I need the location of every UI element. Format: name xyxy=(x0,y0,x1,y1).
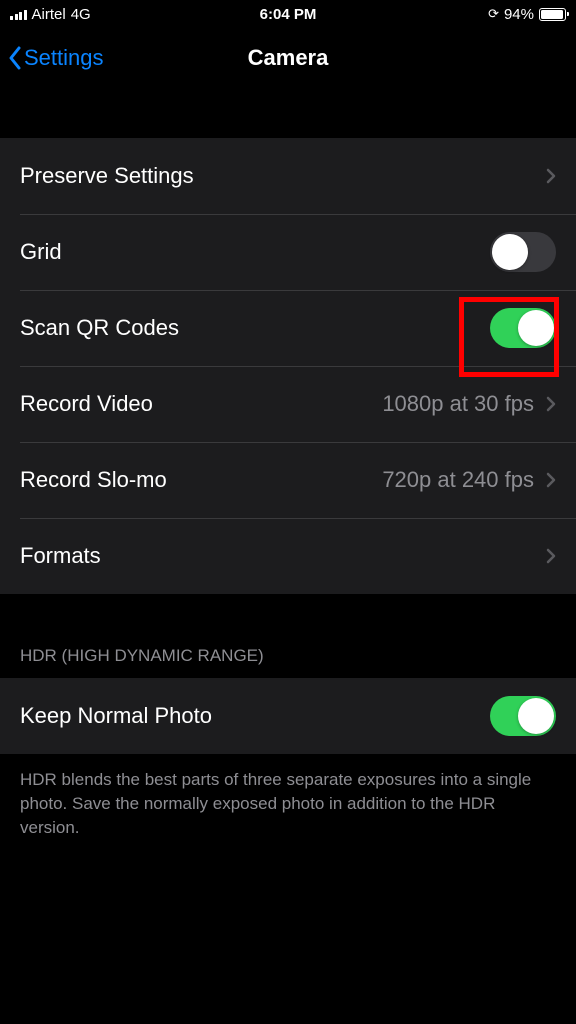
preserve-settings-row[interactable]: Preserve Settings xyxy=(0,138,576,214)
carrier-label: Airtel xyxy=(32,6,66,23)
row-label: Preserve Settings xyxy=(20,163,194,189)
keep-normal-photo-toggle[interactable] xyxy=(490,696,556,736)
status-bar: Airtel 4G 6:04 PM ⟳ 94% xyxy=(0,0,576,28)
grid-toggle[interactable] xyxy=(490,232,556,272)
hdr-section-header: HDR (HIGH DYNAMIC RANGE) xyxy=(0,594,576,678)
nav-bar: Settings Camera xyxy=(0,28,576,88)
battery-icon xyxy=(539,8,566,21)
row-label: Grid xyxy=(20,239,62,265)
formats-row[interactable]: Formats xyxy=(0,518,576,594)
settings-list-1: Preserve Settings Grid Scan QR Codes Rec… xyxy=(0,138,576,594)
back-label: Settings xyxy=(24,45,104,71)
grid-row: Grid xyxy=(0,214,576,290)
hdr-footer-text: HDR blends the best parts of three separ… xyxy=(0,754,576,853)
time-label: 6:04 PM xyxy=(260,6,317,23)
row-label: Record Slo-mo xyxy=(20,467,167,493)
rotation-lock-icon: ⟳ xyxy=(488,6,499,22)
status-right: ⟳ 94% xyxy=(488,6,566,23)
row-label: Keep Normal Photo xyxy=(20,703,212,729)
settings-list-2: Keep Normal Photo xyxy=(0,678,576,754)
keep-normal-photo-row: Keep Normal Photo xyxy=(0,678,576,754)
row-value: 1080p at 30 fps xyxy=(382,391,534,417)
row-value: 720p at 240 fps xyxy=(382,467,534,493)
row-label: Record Video xyxy=(20,391,153,417)
network-label: 4G xyxy=(71,6,91,23)
status-left: Airtel 4G xyxy=(10,6,91,23)
scan-qr-toggle[interactable] xyxy=(490,308,556,348)
signal-icon xyxy=(10,8,27,20)
chevron-right-icon xyxy=(546,548,556,564)
scan-qr-row: Scan QR Codes xyxy=(0,290,576,366)
record-slomo-row[interactable]: Record Slo-mo 720p at 240 fps xyxy=(0,442,576,518)
row-label: Scan QR Codes xyxy=(20,315,179,341)
chevron-left-icon xyxy=(8,46,22,70)
row-label: Formats xyxy=(20,543,101,569)
back-button[interactable]: Settings xyxy=(8,45,104,71)
page-title: Camera xyxy=(248,45,329,71)
chevron-right-icon xyxy=(546,168,556,184)
chevron-right-icon xyxy=(546,396,556,412)
record-video-row[interactable]: Record Video 1080p at 30 fps xyxy=(0,366,576,442)
chevron-right-icon xyxy=(546,472,556,488)
battery-percent: 94% xyxy=(504,6,534,23)
